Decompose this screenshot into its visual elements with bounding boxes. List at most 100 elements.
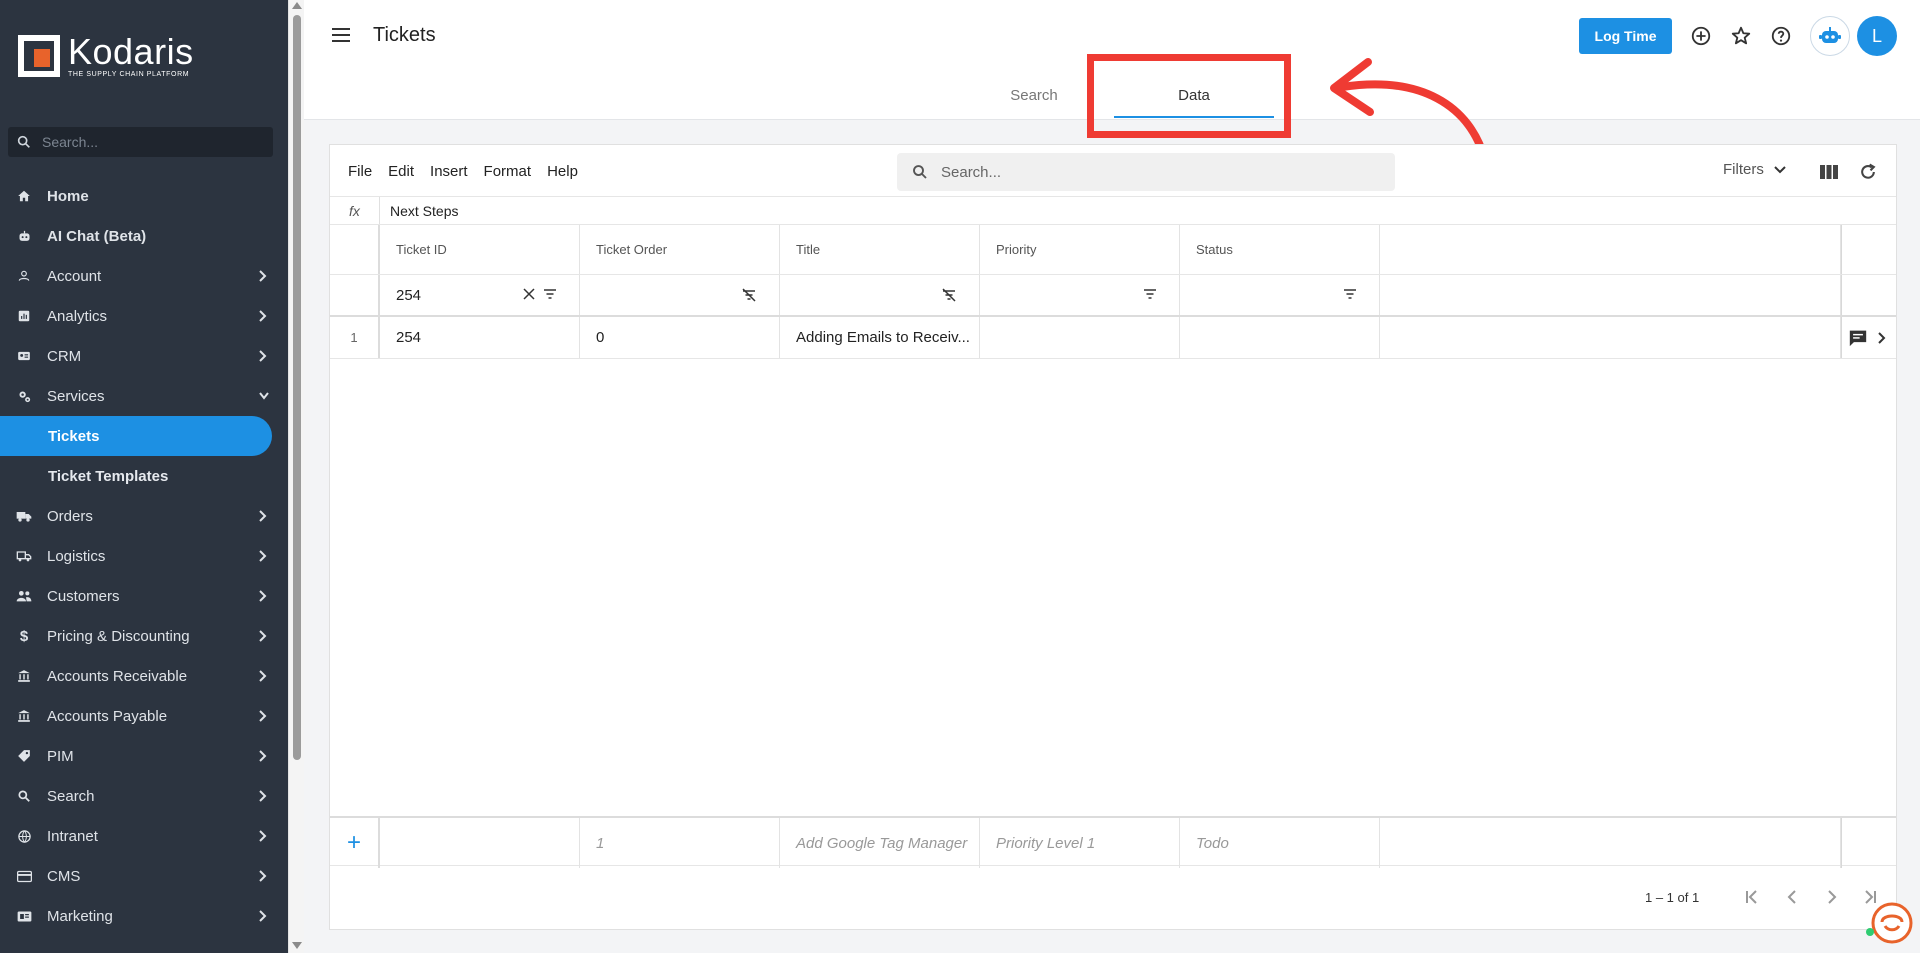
chevron-right-icon [259, 830, 267, 842]
clear-filter-icon[interactable] [523, 288, 535, 300]
filter-status[interactable] [1180, 275, 1380, 315]
chevron-right-icon [259, 310, 267, 322]
pagination: 1 – 1 of 1 [330, 867, 1896, 929]
tag-icon [16, 748, 32, 764]
filters-dropdown[interactable]: Filters [1723, 161, 1786, 178]
column-header-ticket-order[interactable]: Ticket Order [580, 225, 780, 274]
star-icon[interactable] [1729, 24, 1753, 48]
sidebar-item-accounts-payable[interactable]: Accounts Payable [0, 696, 288, 736]
menu-format[interactable]: Format [484, 163, 532, 180]
filter-icon[interactable] [1143, 288, 1157, 300]
sidebar-item-pim[interactable]: PIM [0, 736, 288, 776]
sidebar-item-label: Pricing & Discounting [47, 627, 190, 645]
sidebar-item-tickets[interactable]: Tickets [0, 416, 272, 456]
new-priority[interactable]: Priority Level 1 [980, 818, 1180, 868]
sidebar-item-label: CRM [47, 347, 82, 365]
sidebar-scrollbar[interactable] [288, 0, 304, 953]
chevron-right-icon [259, 670, 267, 682]
comment-icon[interactable] [1848, 329, 1868, 347]
sidebar-item-label: PIM [47, 747, 74, 765]
kodaris-logo[interactable]: Kodaris THE SUPPLY CHAIN PLATFORM [18, 34, 194, 78]
cell-ticket-id[interactable]: 254 [380, 317, 580, 358]
menu-file[interactable]: File [348, 163, 372, 180]
scroll-down-arrow-icon[interactable] [292, 942, 302, 949]
sidebar-item-account[interactable]: Account [0, 256, 288, 296]
sidebar-item-crm[interactable]: CRM [0, 336, 288, 376]
column-header-ticket-id[interactable]: Ticket ID [380, 225, 580, 274]
filter-title[interactable] [780, 275, 980, 315]
sidebar-item-cms[interactable]: CMS [0, 856, 288, 896]
sidebar-item-ai-chat[interactable]: AI Chat (Beta) [0, 216, 288, 256]
cell-status[interactable] [1180, 317, 1380, 358]
add-circle-icon[interactable] [1689, 24, 1713, 48]
cell-priority[interactable] [980, 317, 1180, 358]
row-actions [1841, 317, 1896, 358]
next-page-icon[interactable] [1822, 887, 1842, 907]
help-icon[interactable] [1769, 24, 1793, 48]
filter-off-icon[interactable] [741, 288, 757, 302]
scroll-thumb[interactable] [293, 15, 301, 760]
filter-empty [1380, 275, 1841, 315]
column-header-status[interactable]: Status [1180, 225, 1380, 274]
sidebar-item-intranet[interactable]: Intranet [0, 816, 288, 856]
sidebar-item-marketing[interactable]: Marketing [0, 896, 288, 936]
menu-insert[interactable]: Insert [430, 163, 468, 180]
filter-row: 254 [330, 275, 1896, 317]
log-time-button[interactable]: Log Time [1579, 18, 1672, 54]
filter-priority[interactable] [980, 275, 1180, 315]
sidebar-item-analytics[interactable]: Analytics [0, 296, 288, 336]
chevron-right-icon[interactable] [1878, 331, 1886, 345]
refresh-icon[interactable] [1857, 161, 1879, 183]
chevron-right-icon [259, 350, 267, 362]
menu-edit[interactable]: Edit [388, 163, 414, 180]
sidebar-item-pricing[interactable]: $ Pricing & Discounting [0, 616, 288, 656]
grid-search [897, 153, 1395, 191]
filter-ticket-order[interactable] [580, 275, 780, 315]
first-page-icon[interactable] [1742, 887, 1762, 907]
cell-ticket-order[interactable]: 0 [580, 317, 780, 358]
columns-icon[interactable] [1818, 161, 1840, 183]
table-row[interactable]: 1 254 0 Adding Emails to Receiv... [330, 317, 1896, 359]
chevron-right-icon [259, 630, 267, 642]
filter-off-icon[interactable] [941, 288, 957, 302]
sidebar-item-home[interactable]: Home [0, 176, 288, 216]
sidebar-item-services[interactable]: Services [0, 376, 288, 416]
new-ticket-id[interactable] [380, 818, 580, 868]
sidebar-item-orders[interactable]: Orders [0, 496, 288, 536]
logo-tagline: THE SUPPLY CHAIN PLATFORM [68, 71, 190, 78]
new-status[interactable]: Todo [1180, 818, 1380, 868]
contact-icon [16, 348, 32, 364]
megaphone-icon [16, 908, 32, 924]
pagination-range: 1 – 1 of 1 [1645, 890, 1700, 905]
menu-icon[interactable] [332, 28, 350, 42]
formula-value[interactable]: Next Steps [390, 203, 458, 219]
filter-icon[interactable] [1343, 288, 1357, 300]
column-header-actions [1841, 225, 1896, 274]
user-avatar[interactable]: L [1857, 16, 1897, 56]
new-ticket-order[interactable]: 1 [580, 818, 780, 868]
menu-help[interactable]: Help [547, 163, 578, 180]
chevron-right-icon [259, 270, 267, 282]
sidebar-item-customers[interactable]: Customers [0, 576, 288, 616]
sidebar-item-ticket-templates[interactable]: Ticket Templates [0, 456, 288, 496]
filter-ticket-id[interactable]: 254 [380, 275, 580, 315]
sidebar-item-logistics[interactable]: Logistics [0, 536, 288, 576]
scroll-up-arrow-icon[interactable] [292, 2, 302, 9]
previous-page-icon[interactable] [1782, 887, 1802, 907]
column-header-title[interactable]: Title [780, 225, 980, 274]
cell-empty [1380, 317, 1841, 358]
sidebar-item-accounts-receivable[interactable]: Accounts Receivable [0, 656, 288, 696]
add-row-button[interactable]: + [330, 818, 380, 868]
cell-title[interactable]: Adding Emails to Receiv... [780, 317, 980, 358]
new-title[interactable]: Add Google Tag Manager [780, 818, 980, 868]
sidebar-item-search[interactable]: Search [0, 776, 288, 816]
column-header-priority[interactable]: Priority [980, 225, 1180, 274]
sidebar-item-label: Orders [47, 507, 93, 525]
card-icon [16, 868, 32, 884]
ai-bot-button[interactable] [1810, 16, 1850, 56]
sidebar-search-input[interactable] [42, 134, 242, 150]
grid-search-input[interactable] [941, 163, 1341, 181]
filter-icon[interactable] [543, 288, 557, 300]
support-chat-icon[interactable] [1868, 900, 1914, 946]
robot-icon [1819, 27, 1841, 43]
